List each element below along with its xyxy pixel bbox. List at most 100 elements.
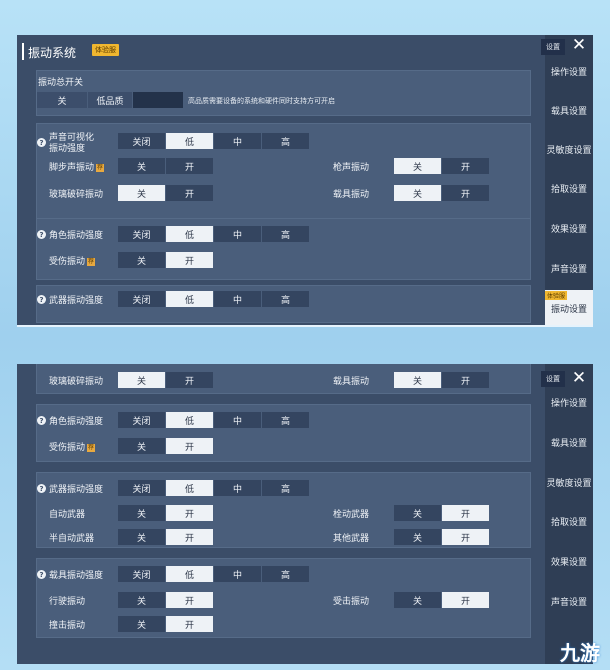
close-icon[interactable]: ✕ bbox=[570, 35, 588, 55]
level-off[interactable]: 关闭 bbox=[118, 480, 165, 496]
hit-on[interactable]: 开 bbox=[166, 252, 213, 268]
crash-vibration-toggle[interactable]: 关 开 bbox=[118, 616, 214, 632]
vehicle-vibration-toggle[interactable]: 关 开 bbox=[394, 372, 490, 388]
level-low[interactable]: 低 bbox=[166, 412, 213, 428]
vehicle-on[interactable]: 开 bbox=[442, 372, 489, 388]
level-low[interactable]: 低 bbox=[166, 226, 213, 242]
help-icon[interactable]: ? bbox=[37, 570, 46, 579]
hit-on[interactable]: 开 bbox=[166, 438, 213, 454]
gunshot-vibration-toggle[interactable]: 关 开 bbox=[394, 158, 490, 174]
vehicle-level-selector[interactable]: 关闭 低 中 高 bbox=[118, 566, 310, 582]
other-weapon-toggle[interactable]: 关 开 bbox=[394, 529, 490, 545]
glass-break-vibration-toggle[interactable]: 关 开 bbox=[118, 185, 214, 201]
footstep-vibration-toggle[interactable]: 关 开 bbox=[118, 158, 214, 174]
hit-off[interactable]: 关 bbox=[118, 438, 165, 454]
glass-off[interactable]: 关 bbox=[118, 185, 165, 201]
master-low-quality-option[interactable]: 低品质 bbox=[88, 92, 132, 108]
footstep-off[interactable]: 关 bbox=[118, 158, 165, 174]
gunshot-on[interactable]: 开 bbox=[442, 158, 489, 174]
weapon-level-selector[interactable]: 关闭 低 中 高 bbox=[118, 480, 310, 496]
top-cropped-section: 玻璃破碎振动 关 开 载具振动 关 开 bbox=[36, 364, 531, 394]
hit-by-vibration-toggle[interactable]: 关 开 bbox=[394, 592, 490, 608]
driving-vibration-toggle[interactable]: 关 开 bbox=[118, 592, 214, 608]
sidebar-item-pickup[interactable]: 拾取设置 bbox=[545, 503, 593, 539]
semi-auto-weapon-toggle[interactable]: 关 开 bbox=[118, 529, 214, 545]
level-high[interactable]: 高 bbox=[262, 412, 309, 428]
vehicle-off[interactable]: 关 bbox=[394, 372, 441, 388]
sidebar-item-effects[interactable]: 效果设置 bbox=[545, 210, 593, 246]
other-off[interactable]: 关 bbox=[394, 529, 441, 545]
gunshot-off[interactable]: 关 bbox=[394, 158, 441, 174]
sidebar-item-sensitivity[interactable]: 灵敏度设置 bbox=[545, 464, 593, 500]
level-off[interactable]: 关闭 bbox=[118, 291, 165, 307]
sound-visual-level-selector[interactable]: 关闭 低 中 高 bbox=[118, 133, 310, 149]
sidebar-item-effects[interactable]: 效果设置 bbox=[545, 543, 593, 579]
vehicle-vibration-toggle[interactable]: 关 开 bbox=[394, 185, 490, 201]
help-icon[interactable]: ? bbox=[37, 484, 46, 493]
weapon-level-selector[interactable]: 关闭 低 中 高 bbox=[118, 291, 310, 307]
footstep-on[interactable]: 开 bbox=[166, 158, 213, 174]
vehicle-off[interactable]: 关 bbox=[394, 185, 441, 201]
glass-off[interactable]: 关 bbox=[118, 372, 165, 388]
glass-on[interactable]: 开 bbox=[166, 372, 213, 388]
sidebar-item-sensitivity[interactable]: 灵敏度设置 bbox=[545, 131, 593, 167]
level-mid[interactable]: 中 bbox=[214, 412, 261, 428]
hit-vibration-toggle[interactable]: 关 开 bbox=[118, 438, 214, 454]
bolt-weapon-toggle[interactable]: 关 开 bbox=[394, 505, 490, 521]
character-level-selector[interactable]: 关闭 低 中 高 bbox=[118, 226, 310, 242]
help-icon[interactable]: ? bbox=[37, 230, 46, 239]
glass-break-vibration-toggle[interactable]: 关 开 bbox=[118, 372, 214, 388]
level-off[interactable]: 关闭 bbox=[118, 566, 165, 582]
drive-off[interactable]: 关 bbox=[118, 592, 165, 608]
level-low[interactable]: 低 bbox=[166, 291, 213, 307]
sidebar-item-controls[interactable]: 操作设置 bbox=[545, 384, 593, 420]
crash-off[interactable]: 关 bbox=[118, 616, 165, 632]
level-mid[interactable]: 中 bbox=[214, 226, 261, 242]
crash-on[interactable]: 开 bbox=[166, 616, 213, 632]
vehicle-on[interactable]: 开 bbox=[442, 185, 489, 201]
hit-by-off[interactable]: 关 bbox=[394, 592, 441, 608]
sidebar-item-sound[interactable]: 声音设置 bbox=[545, 250, 593, 286]
help-icon[interactable]: ? bbox=[37, 138, 46, 147]
level-low[interactable]: 低 bbox=[166, 133, 213, 149]
semi-off[interactable]: 关 bbox=[118, 529, 165, 545]
auto-on[interactable]: 开 bbox=[166, 505, 213, 521]
sidebar-item-sound[interactable]: 声音设置 bbox=[545, 583, 593, 619]
hit-by-on[interactable]: 开 bbox=[442, 592, 489, 608]
sidebar-item-pickup[interactable]: 拾取设置 bbox=[545, 170, 593, 206]
level-high[interactable]: 高 bbox=[262, 133, 309, 149]
level-high[interactable]: 高 bbox=[262, 226, 309, 242]
other-on[interactable]: 开 bbox=[442, 529, 489, 545]
bolt-on[interactable]: 开 bbox=[442, 505, 489, 521]
level-mid[interactable]: 中 bbox=[214, 566, 261, 582]
sidebar-item-vehicle[interactable]: 载具设置 bbox=[545, 424, 593, 460]
help-icon[interactable]: ? bbox=[37, 416, 46, 425]
level-high[interactable]: 高 bbox=[262, 480, 309, 496]
glass-on[interactable]: 开 bbox=[166, 185, 213, 201]
level-low[interactable]: 低 bbox=[166, 480, 213, 496]
level-off[interactable]: 关闭 bbox=[118, 226, 165, 242]
level-high[interactable]: 高 bbox=[262, 291, 309, 307]
weapon-vibration-label: 武器振动强度 bbox=[49, 485, 104, 495]
character-level-selector[interactable]: 关闭 低 中 高 bbox=[118, 412, 310, 428]
level-mid[interactable]: 中 bbox=[214, 133, 261, 149]
level-high[interactable]: 高 bbox=[262, 566, 309, 582]
master-off-option[interactable]: 关 bbox=[37, 92, 87, 108]
level-low[interactable]: 低 bbox=[166, 566, 213, 582]
help-icon[interactable]: ? bbox=[37, 295, 46, 304]
sidebar-item-vehicle[interactable]: 载具设置 bbox=[545, 92, 593, 128]
master-switch-toggle[interactable]: 关 低品质 bbox=[37, 92, 133, 108]
level-off[interactable]: 关闭 bbox=[118, 412, 165, 428]
level-off[interactable]: 关闭 bbox=[118, 133, 165, 149]
auto-off[interactable]: 关 bbox=[118, 505, 165, 521]
semi-on[interactable]: 开 bbox=[166, 529, 213, 545]
bolt-off[interactable]: 关 bbox=[394, 505, 441, 521]
level-mid[interactable]: 中 bbox=[214, 480, 261, 496]
auto-weapon-toggle[interactable]: 关 开 bbox=[118, 505, 214, 521]
hit-vibration-toggle[interactable]: 关 开 bbox=[118, 252, 214, 268]
sidebar-item-controls[interactable]: 操作设置 bbox=[545, 53, 593, 89]
high-quality-option-disabled bbox=[133, 92, 183, 108]
hit-off[interactable]: 关 bbox=[118, 252, 165, 268]
level-mid[interactable]: 中 bbox=[214, 291, 261, 307]
drive-on[interactable]: 开 bbox=[166, 592, 213, 608]
